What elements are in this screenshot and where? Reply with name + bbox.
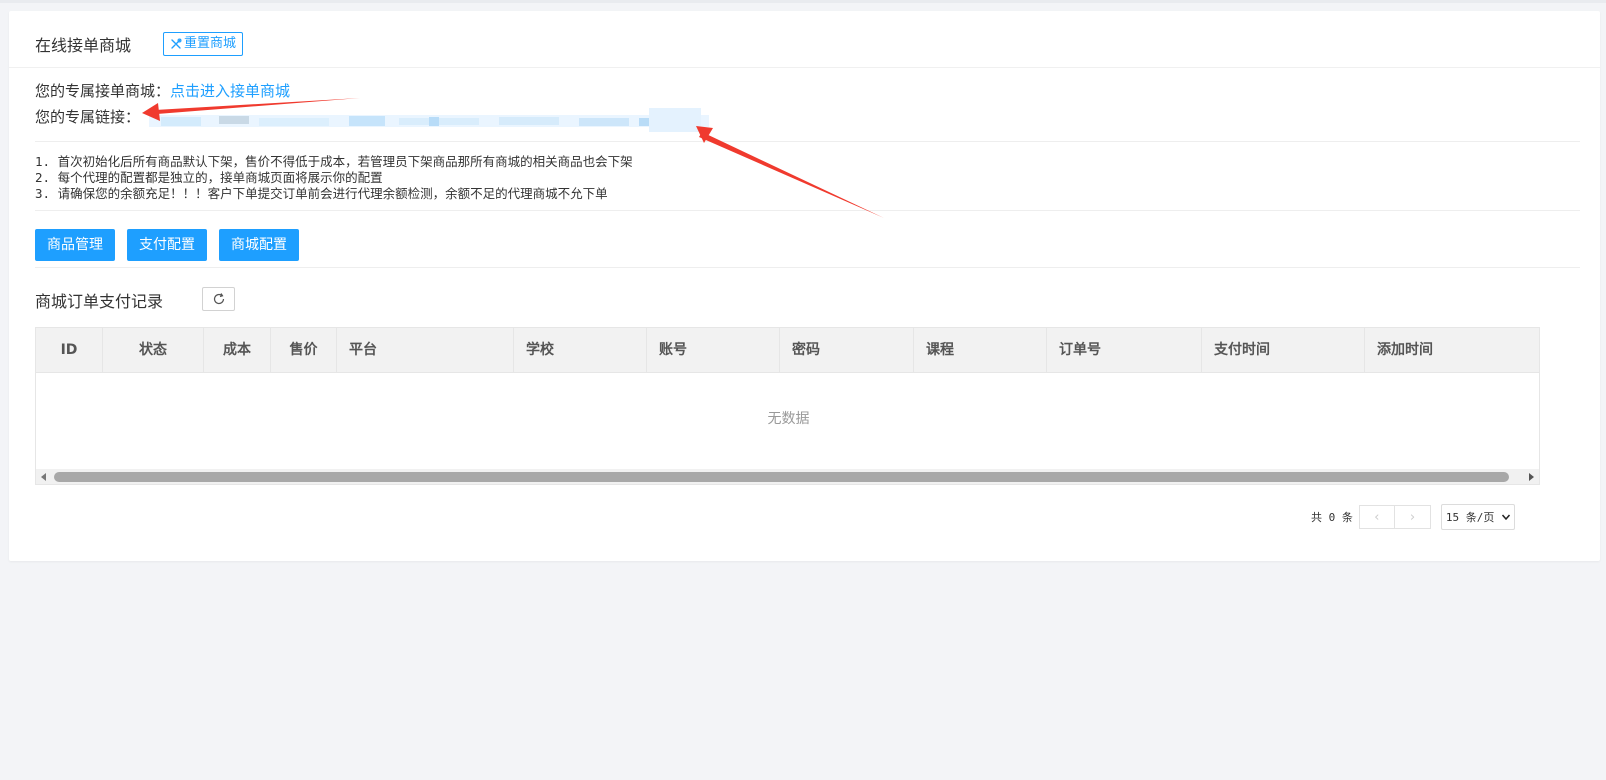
column-header[interactable]: 订单号 <box>1047 328 1202 372</box>
chevron-left-icon: ‹ <box>1372 509 1381 525</box>
prev-page-button[interactable]: ‹ <box>1358 505 1395 529</box>
column-header[interactable]: 账号 <box>647 328 780 372</box>
divider <box>35 267 1580 268</box>
refresh-icon <box>213 293 224 305</box>
page-size-select[interactable]: 15 条/页 <box>1440 504 1515 530</box>
order-table: ID 状态 成本 售价 平台 学校 账号 密码 课程 订单号 支付时间 添加时间… <box>35 327 1540 485</box>
next-page-button[interactable]: › <box>1394 505 1431 529</box>
scroll-thumb[interactable] <box>54 472 1509 482</box>
mall-card: 在线接单商城 重置商城 您的专属接单商城：点击进入接单商城 您的专属链接： 1.… <box>9 11 1600 561</box>
page-size-value: 15 条/页 <box>1445 511 1495 524</box>
note-item: 1. 首次初始化后所有商品默认下架，售价不得低于成本，若管理员下架商品那所有商城… <box>35 154 633 169</box>
empty-state: 无数据 <box>767 411 810 427</box>
column-header[interactable]: 成本 <box>204 328 271 372</box>
divider <box>35 210 1580 211</box>
pagination: 共 0 条 ‹ › 15 条/页 <box>1311 504 1515 530</box>
top-border <box>0 0 1606 3</box>
page-title: 在线接单商城 <box>35 36 132 55</box>
reset-mall-button[interactable]: 重置商城 <box>163 32 244 56</box>
mall-row: 您的专属接单商城：点击进入接单商城 <box>35 80 290 101</box>
column-header[interactable]: 添加时间 <box>1365 328 1539 372</box>
link-label: 您的专属链接： <box>35 108 141 126</box>
column-header[interactable]: 支付时间 <box>1202 328 1365 372</box>
goods-management-button[interactable]: 商品管理 <box>35 229 115 261</box>
table-header: ID 状态 成本 售价 平台 学校 账号 密码 课程 订单号 支付时间 添加时间 <box>36 328 1539 373</box>
mall-label: 您的专属接单商城： <box>35 82 171 100</box>
page-nav: ‹ › <box>1358 505 1431 529</box>
blurred-link-value <box>149 108 709 132</box>
column-header[interactable]: ID <box>36 328 103 372</box>
column-header[interactable]: 状态 <box>103 328 204 372</box>
scroll-left-icon[interactable] <box>41 473 46 481</box>
enter-mall-link[interactable]: 点击进入接单商城 <box>170 82 290 100</box>
mall-config-button[interactable]: 商城配置 <box>219 229 299 261</box>
column-header[interactable]: 学校 <box>514 328 647 372</box>
link-row: 您的专属链接： <box>35 106 140 127</box>
refresh-button[interactable] <box>202 287 235 311</box>
column-header[interactable]: 密码 <box>780 328 914 372</box>
column-header[interactable]: 课程 <box>914 328 1047 372</box>
note-item: 3. 请确保您的余额充足！！！客户下单提交订单前会进行代理余额检测，余额不足的代… <box>35 186 608 201</box>
column-header[interactable]: 售价 <box>271 328 337 372</box>
notes: 1. 首次初始化后所有商品默认下架，售价不得低于成本，若管理员下架商品那所有商城… <box>35 154 633 202</box>
chevron-down-icon <box>1501 514 1510 520</box>
payment-config-button[interactable]: 支付配置 <box>127 229 207 261</box>
divider <box>35 141 1580 142</box>
column-header[interactable]: 平台 <box>337 328 514 372</box>
horizontal-scrollbar[interactable] <box>36 469 1539 484</box>
tools-icon <box>171 38 182 49</box>
action-buttons: 商品管理 支付配置 商城配置 <box>35 229 299 261</box>
records-title: 商城订单支付记录 <box>35 292 164 311</box>
note-item: 2. 每个代理的配置都是独立的，接单商城页面将展示你的配置 <box>35 170 383 185</box>
total-count: 共 0 条 <box>1311 511 1353 524</box>
scroll-right-icon[interactable] <box>1529 473 1534 481</box>
chevron-right-icon: › <box>1408 509 1417 525</box>
reset-mall-label: 重置商城 <box>184 36 237 51</box>
card-header: 在线接单商城 重置商城 <box>9 11 1600 68</box>
